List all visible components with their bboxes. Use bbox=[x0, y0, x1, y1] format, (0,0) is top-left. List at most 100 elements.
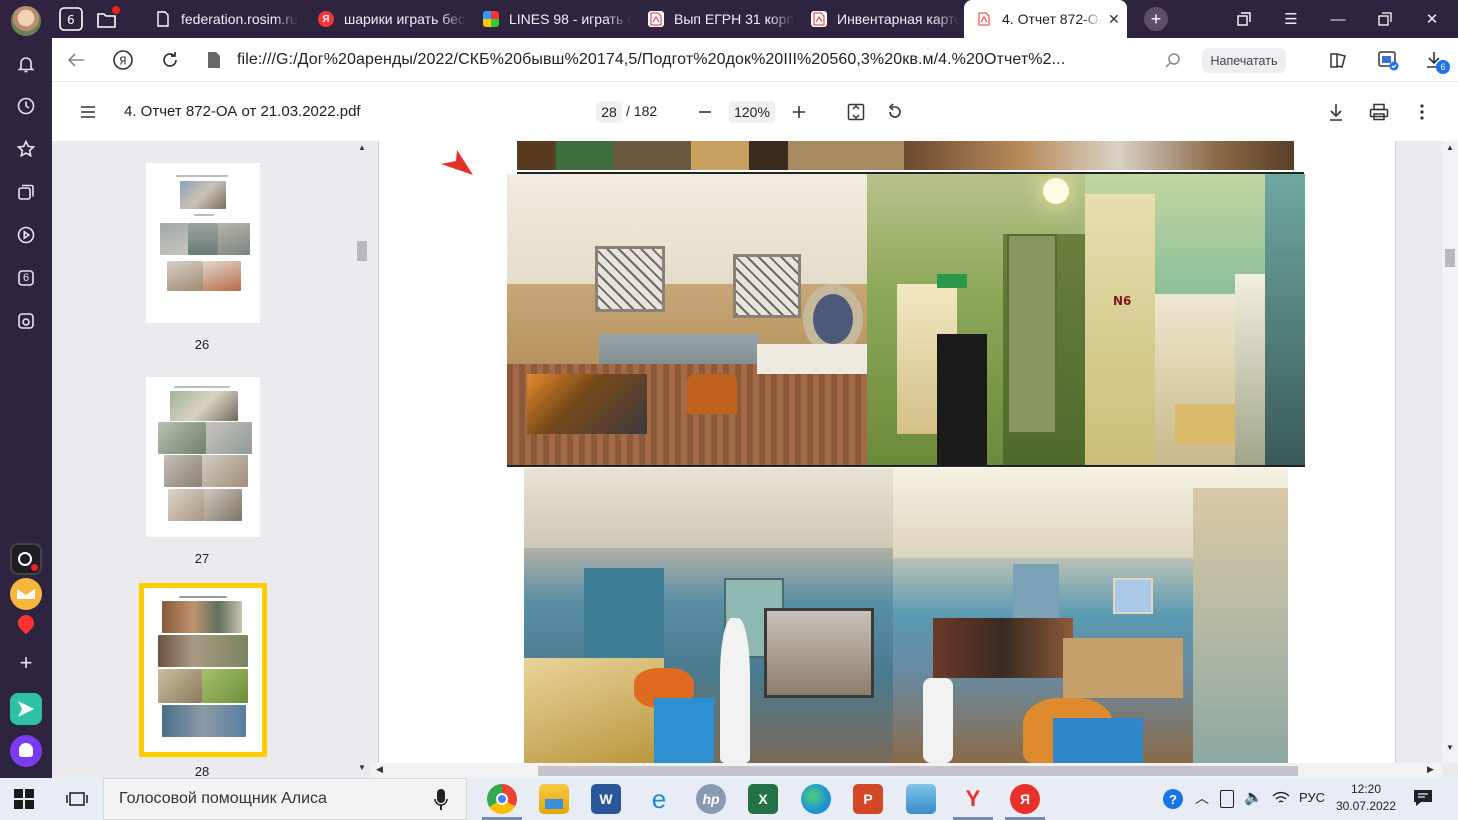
back-arrow-icon[interactable] bbox=[62, 46, 90, 74]
help-icon[interactable]: ? bbox=[1163, 789, 1183, 809]
downloads-icon[interactable]: 6 bbox=[1420, 46, 1450, 74]
minimize-icon[interactable]: — bbox=[1315, 0, 1361, 38]
reader-mode-icon[interactable] bbox=[1324, 46, 1352, 74]
downloads-badge: 6 bbox=[1436, 60, 1450, 74]
add-app-icon[interactable]: + bbox=[10, 647, 42, 679]
document-name: 4. Отчет 872-ОА от 21.03.2022.pdf bbox=[124, 103, 361, 120]
viewer-hscroll-thumb[interactable] bbox=[538, 766, 1298, 776]
yandex-browser-icon[interactable]: Y bbox=[958, 784, 988, 814]
avatar[interactable] bbox=[11, 6, 41, 36]
thumbnail-page-27[interactable] bbox=[146, 377, 260, 537]
viewer-scroll-thumb[interactable] bbox=[1445, 249, 1455, 267]
video-play-icon[interactable] bbox=[13, 222, 39, 248]
plus-icon: + bbox=[1144, 7, 1168, 31]
home-tab-icon[interactable]: 6 bbox=[56, 0, 86, 38]
file-explorer-icon[interactable] bbox=[539, 784, 569, 814]
zoom-level[interactable]: 120% bbox=[729, 101, 775, 123]
photo-green-corridor bbox=[867, 174, 1085, 465]
page-number-input[interactable]: 28 bbox=[596, 101, 622, 123]
notifications-center-icon[interactable] bbox=[1413, 789, 1433, 812]
zoom-in-icon[interactable] bbox=[786, 99, 812, 125]
rotate-icon[interactable] bbox=[882, 99, 908, 125]
thumbnail-page-26[interactable] bbox=[146, 163, 260, 323]
excel-icon[interactable]: X bbox=[748, 784, 778, 814]
tab-lines98[interactable]: LINES 98 - играть онлайн bbox=[483, 0, 631, 38]
microphone-icon[interactable] bbox=[434, 788, 448, 817]
tab-federation[interactable]: federation.rosim.ru bbox=[155, 0, 305, 38]
show-hidden-icons-chevron[interactable]: ︿ bbox=[1195, 788, 1209, 808]
tab-counter-icon[interactable]: 6 bbox=[13, 265, 39, 291]
word-icon[interactable]: W bbox=[591, 784, 621, 814]
viewer-vertical-scrollbar[interactable]: ▲ ▼ bbox=[1442, 141, 1458, 763]
language-indicator[interactable]: РУС bbox=[1299, 790, 1325, 805]
screenshot-camera-icon[interactable] bbox=[13, 308, 39, 334]
tab-manager-icon[interactable] bbox=[1221, 0, 1267, 38]
windows-start-icon[interactable] bbox=[14, 789, 34, 809]
clock[interactable]: 12:20 30.07.2022 bbox=[1333, 781, 1399, 815]
clock-time: 12:20 bbox=[1350, 782, 1382, 796]
address-bar: Я file:///G:/Дог%20аренды/2022/СКБ%20быв… bbox=[52, 38, 1458, 82]
download-file-icon[interactable] bbox=[1323, 99, 1349, 125]
network-icon[interactable] bbox=[1272, 789, 1290, 812]
thumbnail-page-28-selected[interactable] bbox=[139, 583, 267, 757]
search-page-icon[interactable] bbox=[1159, 46, 1187, 74]
search-text: Голосовой помощник Алиса bbox=[119, 790, 327, 807]
fit-page-icon[interactable] bbox=[843, 99, 869, 125]
photo-top-right bbox=[904, 141, 1294, 170]
tab-counter: 6 bbox=[22, 272, 30, 284]
thumbnails-menu-icon[interactable] bbox=[75, 99, 101, 125]
voice-assistant-search[interactable]: Голосовой помощник Алиса bbox=[103, 778, 467, 820]
notifications-icon[interactable] bbox=[13, 51, 39, 77]
tab-report-active[interactable]: 4. Отчет 872-ОА ✕ bbox=[964, 0, 1127, 38]
print-icon[interactable] bbox=[1366, 99, 1392, 125]
zoom-out-icon[interactable] bbox=[692, 99, 718, 125]
thumbnail-label: 27 bbox=[194, 551, 210, 566]
pdf-viewer[interactable]: N6 ▲ ▼ ◀ ▶ bbox=[370, 141, 1458, 778]
edge-icon[interactable] bbox=[801, 784, 831, 814]
close-tab-icon[interactable]: ✕ bbox=[1108, 11, 1120, 28]
internet-explorer-icon[interactable]: e bbox=[644, 784, 674, 814]
pdf-toolbar: 4. Отчет 872-ОА от 21.03.2022.pdf 28 / 1… bbox=[52, 82, 1458, 141]
yandex-app-icon[interactable]: Я bbox=[1010, 784, 1040, 814]
thumbnails-scroll-thumb[interactable] bbox=[357, 241, 367, 261]
powerpoint-icon[interactable]: P bbox=[853, 784, 883, 814]
photo-room-n6: N6 bbox=[1085, 174, 1305, 465]
messenger-app-icon[interactable] bbox=[10, 693, 42, 725]
url-field[interactable]: file:///G:/Дог%20аренды/2022/СКБ%20бывш%… bbox=[237, 51, 1065, 69]
close-window-icon[interactable]: ✕ bbox=[1409, 0, 1455, 38]
image-badge-icon[interactable] bbox=[1374, 46, 1402, 74]
maps-pin-icon[interactable] bbox=[10, 611, 42, 644]
mail-app-icon[interactable] bbox=[10, 578, 42, 610]
pdf-page: N6 bbox=[378, 141, 1396, 763]
yandex-logo-icon[interactable]: Я bbox=[109, 46, 137, 74]
volume-icon[interactable]: 🔈 bbox=[1244, 788, 1263, 806]
alice-voice-icon[interactable] bbox=[10, 735, 42, 767]
new-tab-button[interactable]: + bbox=[1142, 0, 1170, 38]
tab-shariki[interactable]: Я шарики играть бесплатно bbox=[318, 0, 466, 38]
history-icon[interactable] bbox=[13, 93, 39, 119]
alice-app-icon[interactable] bbox=[10, 543, 42, 575]
battery-icon[interactable] bbox=[1220, 790, 1234, 808]
more-options-icon[interactable] bbox=[1409, 99, 1435, 125]
browser-window: 6 + 6 federation.rosim.ru Я шарики играт… bbox=[0, 0, 1458, 820]
print-button[interactable]: Напечатать bbox=[1202, 48, 1286, 73]
tab-inventory[interactable]: Инвентарная карточка bbox=[811, 0, 959, 38]
restore-icon[interactable] bbox=[1362, 0, 1408, 38]
photo-storage-left bbox=[524, 468, 893, 763]
chrome-icon[interactable] bbox=[487, 784, 517, 814]
collections-icon[interactable] bbox=[13, 179, 39, 205]
thumbnails-scrollbar[interactable]: ▲ ▼ bbox=[354, 141, 370, 778]
viewer-horizontal-scrollbar[interactable]: ◀ ▶ bbox=[370, 763, 1442, 778]
photo-top-left bbox=[517, 141, 904, 170]
new-folder-tab-icon[interactable] bbox=[92, 0, 122, 38]
menu-hamburger-icon[interactable]: ☰ bbox=[1268, 0, 1314, 38]
task-view-icon[interactable] bbox=[66, 789, 88, 809]
tab-egrn[interactable]: Вып ЕГРН 31 корп bbox=[648, 0, 796, 38]
bookmarks-star-icon[interactable] bbox=[13, 136, 39, 162]
pdf-icon bbox=[976, 11, 992, 27]
file-page-icon[interactable] bbox=[200, 46, 228, 74]
reload-icon[interactable] bbox=[156, 46, 184, 74]
control-panel-icon[interactable] bbox=[906, 784, 936, 814]
thumbnails-panel[interactable]: 26 27 28 ▲ ▼ bbox=[52, 141, 370, 778]
hp-icon[interactable]: hp bbox=[696, 784, 726, 814]
